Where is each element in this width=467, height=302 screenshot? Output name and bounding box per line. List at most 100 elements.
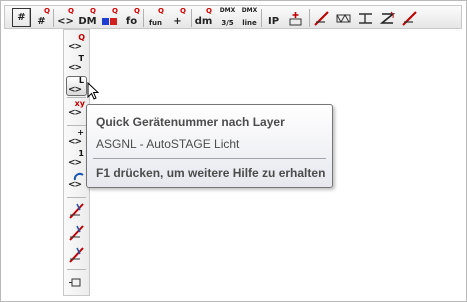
strike-edit-1-button[interactable] (67, 201, 86, 220)
toolbar-glyph: IP (267, 16, 280, 27)
tag-l-icon: <> L (67, 76, 86, 96)
toolbar-superscript: Q (180, 7, 186, 15)
toolbar-glyph: fun (148, 19, 162, 27)
toolbar-glyph: DM (78, 16, 97, 27)
quick-dm-number-button[interactable]: dm Q (194, 8, 213, 27)
quick-tag-q-button[interactable]: <> Q (67, 33, 86, 53)
quick-tag-t-button[interactable]: <> T (67, 54, 86, 74)
tooltip-description: ASGNL - AutoSTAGE Licht (96, 137, 240, 151)
align-icon (356, 8, 375, 27)
tag-plus-icon: <> + (67, 128, 86, 148)
ip-button[interactable]: IP (264, 8, 283, 27)
quick-dm-button[interactable]: DM Q (78, 8, 97, 27)
strike-edit-icon (67, 245, 86, 264)
tag-one-icon: <> 1 (67, 149, 86, 169)
dmx-line-button[interactable]: line DMX (240, 8, 259, 27)
plus-q-icon: + Q (168, 8, 187, 27)
align-tool-button[interactable] (356, 8, 375, 27)
dmx-line-icon: line DMX (240, 8, 259, 27)
flyout-glyph: <> (68, 108, 82, 118)
quick-hash-button[interactable]: # Q (32, 8, 51, 27)
no-draw-icon (400, 8, 419, 27)
flyout-separator (67, 125, 86, 126)
flyout-separator (67, 197, 86, 198)
strike-edit-2-button[interactable] (67, 223, 86, 242)
main-toolbar: # # Q <> Q DM Q Qfo Qfun Q + Qdm Q 3/5 DMX line DMX IP (4, 5, 462, 29)
hash-q-icon: # Q (32, 8, 51, 27)
quick-tag-l-button[interactable]: <> L (66, 76, 87, 96)
flyout-glyph: <> (68, 158, 82, 168)
toolbar-glyph: # (17, 11, 26, 23)
toolbar-superscript: Q (158, 7, 164, 15)
truss-icon (334, 8, 353, 27)
tooltip-title: Quick Gerätenummer nach Layer (96, 115, 285, 129)
rotate-tool-button[interactable] (378, 8, 397, 27)
strike-edit-icon (67, 223, 86, 242)
tag-t-icon: <> T (67, 54, 86, 74)
dmx-address-button[interactable]: 3/5 DMX (218, 8, 237, 27)
toolbar-superscript: Q (68, 7, 74, 15)
flyout-glyph: <> (68, 42, 82, 52)
quick-tag-one-button[interactable]: <> 1 (67, 149, 86, 169)
tag-xy-icon: <> xy (67, 99, 86, 119)
toolbar-separator (143, 9, 144, 27)
strike-tool-button[interactable] (312, 8, 331, 27)
toolbar-superscript: Q (112, 7, 118, 15)
flyout-superscript: T (78, 54, 84, 63)
quick-tag-button[interactable]: <> Q (56, 8, 75, 27)
toolbar-caption: DMX (219, 7, 236, 14)
dmx-address-icon: 3/5 DMX (218, 8, 237, 27)
hash-icon: # (12, 8, 31, 27)
flyout-separator (67, 269, 86, 270)
quick-color-button[interactable]: Q (100, 8, 119, 27)
flyout-glyph: <> (68, 180, 82, 190)
toolbar-glyph: fo (125, 16, 138, 27)
flyout-superscript: xy (74, 99, 85, 108)
tooltip: Quick Gerätenummer nach Layer ASGNL - Au… (86, 104, 333, 188)
quick-fo-button[interactable]: fo Q (122, 8, 141, 27)
flyout-glyph: <> (68, 63, 82, 73)
tag-q-icon: <> Q (67, 33, 86, 53)
flyout-superscript: 1 (78, 149, 84, 158)
pin-button[interactable] (67, 273, 86, 292)
toolbar-glyph: dm (194, 16, 213, 27)
quick-tag-xy-button[interactable]: <> xy (67, 99, 86, 119)
toolbar-superscript: Q (90, 7, 96, 15)
toolbar-separator (53, 9, 54, 27)
tooltip-divider (93, 158, 326, 159)
quick-tag-rotate-button[interactable]: <> (67, 172, 86, 191)
pin-icon (67, 273, 86, 292)
strike-icon (312, 8, 331, 27)
toolbar-glyph: 3/5 (221, 19, 234, 27)
strike-edit-3-button[interactable] (67, 245, 86, 264)
toolbar-separator (191, 9, 192, 27)
truss-tool-button[interactable] (334, 8, 353, 27)
no-draw-button[interactable] (400, 8, 419, 27)
insert-symbol-icon (286, 8, 305, 27)
tag-q-icon: <> Q (56, 8, 75, 27)
quick-plus-button[interactable]: + Q (168, 8, 187, 27)
toolbar-separator (261, 9, 262, 27)
flyout-separator (67, 97, 86, 98)
fo-q-icon: fo Q (122, 8, 141, 27)
toolbar-glyph: + (173, 16, 182, 27)
dm-q-icon: DM Q (78, 8, 97, 27)
fun-q-icon: fun Q (146, 8, 165, 27)
toolbar-separator (309, 9, 310, 27)
strike-edit-icon (67, 201, 86, 220)
toolbar-superscript: Q (134, 7, 140, 15)
quick-fun-button[interactable]: fun Q (146, 8, 165, 27)
flyout-glyph: <> (68, 137, 82, 147)
toolbar-caption: DMX (241, 7, 258, 14)
toolbar-superscript: Q (44, 7, 50, 15)
dm-number-icon: dm Q (194, 8, 213, 27)
ip-icon: IP (264, 8, 283, 27)
quick-tag-plus-button[interactable]: <> + (67, 128, 86, 148)
flyout-superscript: L (78, 76, 84, 85)
insert-symbol-button[interactable] (286, 8, 305, 27)
flyout-glyph: <> (68, 85, 82, 95)
flyout-superscript: + (77, 128, 84, 137)
grid-toggle-button[interactable]: # (12, 8, 31, 27)
rotate-icon (378, 8, 397, 27)
color-blocks-icon: Q (100, 8, 119, 27)
